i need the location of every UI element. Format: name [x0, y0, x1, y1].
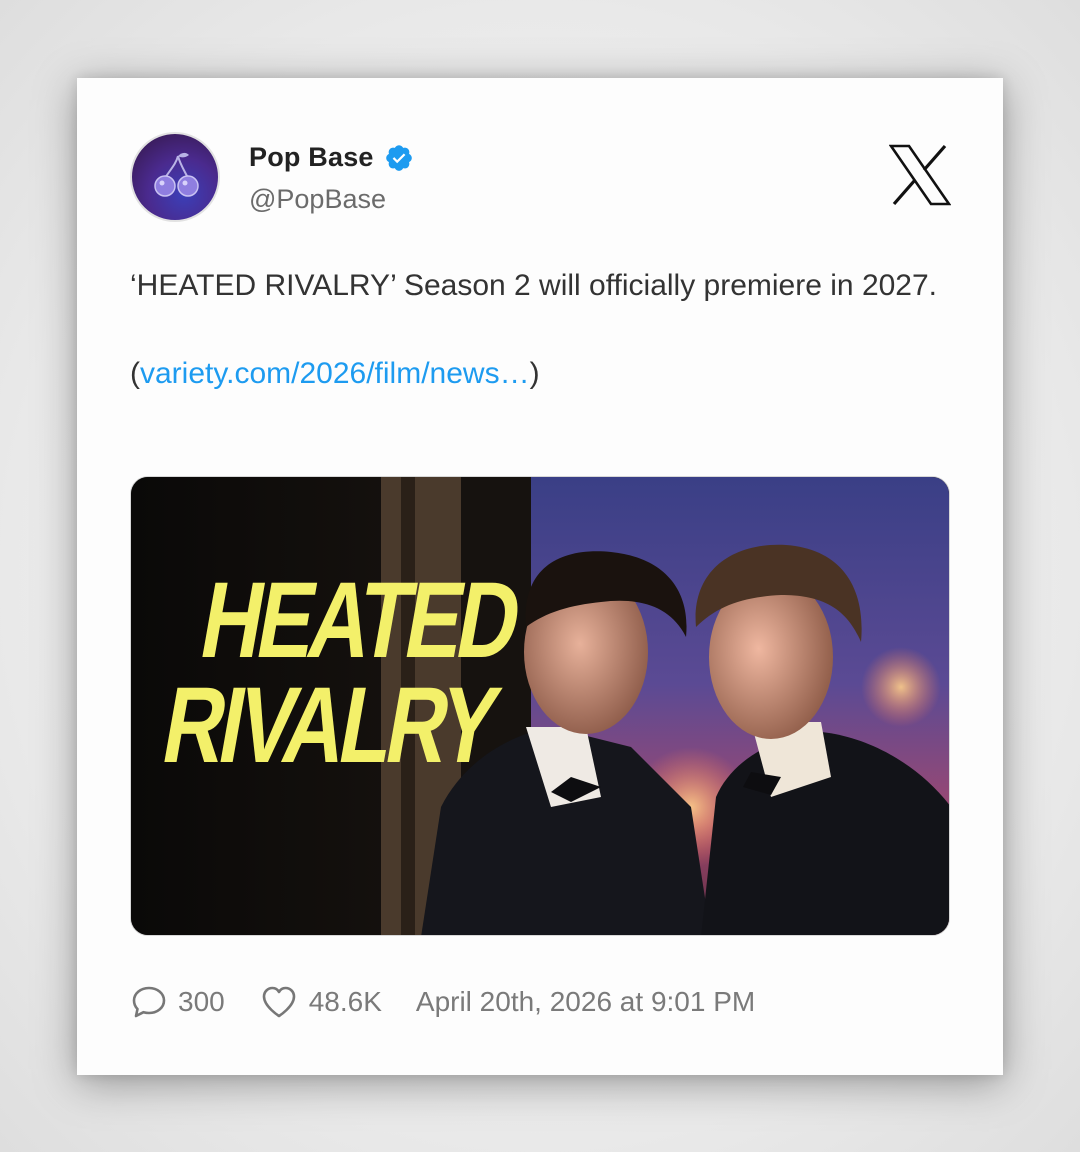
like-button[interactable]: 48.6K	[259, 983, 382, 1021]
like-count: 48.6K	[308, 986, 382, 1017]
x-logo-icon[interactable]	[889, 144, 951, 206]
tweet-link-line: (variety.com/2026/film/news…)	[130, 352, 950, 396]
reply-count: 300	[178, 986, 225, 1017]
poster-title-line2: RIVALRY	[155, 664, 508, 785]
cherry-icon	[154, 152, 199, 197]
tweet-text: ‘HEATED RIVALRY’ Season 2 will officiall…	[130, 264, 950, 396]
comment-icon	[132, 986, 166, 1018]
article-link[interactable]: variety.com/2026/film/news…	[140, 357, 530, 390]
verified-badge-icon	[385, 144, 412, 171]
tweet-body: ‘HEATED RIVALRY’ Season 2 will officiall…	[130, 269, 938, 302]
avatar[interactable]	[130, 132, 220, 222]
heart-icon	[262, 986, 296, 1018]
tweet-media-image[interactable]: HEATED RIVALRY	[130, 476, 950, 936]
reply-button[interactable]: 300	[130, 983, 225, 1021]
author-display-name[interactable]: Pop Base	[249, 142, 374, 173]
tweet-card: Pop Base @PopBase ‘HEATED RIVALRY’ Seaso…	[77, 78, 1003, 1075]
poster-image: HEATED RIVALRY	[131, 477, 949, 935]
author-handle[interactable]: @PopBase	[249, 184, 386, 215]
poster-title-line1: HEATED	[193, 559, 528, 680]
link-open-paren: (	[130, 357, 140, 390]
tweet-footer: 300 48.6K April 20th, 2026 at 9:01 PM	[130, 982, 755, 1022]
link-close-paren: )	[529, 357, 540, 390]
author-name-row: Pop Base	[249, 142, 414, 173]
tweet-timestamp[interactable]: April 20th, 2026 at 9:01 PM	[416, 986, 755, 1018]
